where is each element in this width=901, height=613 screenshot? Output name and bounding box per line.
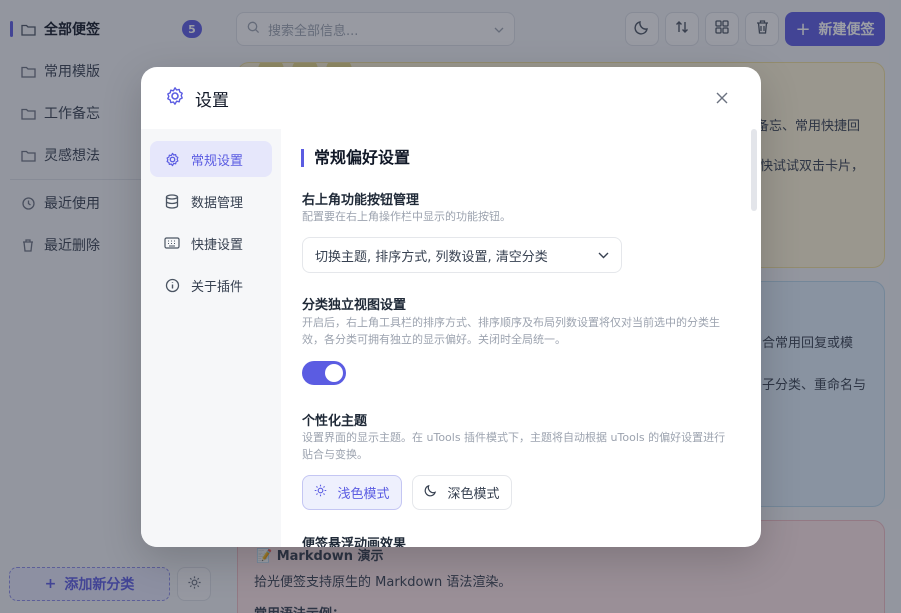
- close-icon: [716, 89, 728, 108]
- independent-view-label: 分类独立视图设置: [302, 298, 407, 313]
- info-icon: [164, 277, 180, 293]
- gear-icon: [165, 86, 185, 110]
- nav-general-settings[interactable]: 常规设置: [150, 141, 272, 177]
- nav-shortcut-settings[interactable]: 快捷设置: [150, 225, 272, 261]
- nav-data-management[interactable]: 数据管理: [150, 183, 272, 219]
- nav-label: 常规设置: [191, 153, 244, 169]
- theme-desc: 设置界面的显示主题。在 uTools 插件模式下，主题将自动根据 uTools …: [302, 431, 726, 461]
- nav-label: 快捷设置: [191, 237, 244, 253]
- theme-label: 个性化主题: [302, 414, 368, 429]
- scrollbar[interactable]: [751, 129, 757, 211]
- independent-view-desc: 开启后，右上角工具栏的排序方式、排序顺序及布局列数设置将仅对当前选中的分类生效，…: [302, 316, 720, 346]
- close-button[interactable]: [713, 89, 731, 107]
- select-value: 切换主题, 排序方式, 列数设置, 清空分类: [315, 249, 548, 265]
- settings-modal: 设置 常规设置 数据管理 快捷设置 关于插件 常规偏好设置 右上角功能按钮管理 …: [141, 67, 761, 547]
- modal-title: 设置: [195, 90, 229, 111]
- settings-nav: 常规设置 数据管理 快捷设置 关于插件: [141, 129, 281, 547]
- gear-icon: [164, 151, 180, 167]
- modal-header: 设置: [141, 67, 761, 129]
- section-title: 常规偏好设置: [301, 149, 410, 167]
- sun-icon: [314, 484, 327, 501]
- nav-about-plugin[interactable]: 关于插件: [150, 267, 272, 303]
- buttons-mgmt-desc: 配置要在右上角操作栏中显示的功能按钮。: [302, 210, 511, 223]
- buttons-mgmt-label: 右上角功能按钮管理: [302, 193, 420, 208]
- independent-view-toggle[interactable]: [302, 361, 346, 385]
- light-mode-button[interactable]: 浅色模式: [302, 475, 402, 510]
- dark-mode-button[interactable]: 深色模式: [412, 475, 512, 510]
- moon-icon: [424, 484, 437, 501]
- nav-label: 关于插件: [191, 279, 244, 295]
- chevron-down-icon: [598, 248, 609, 263]
- nav-label: 数据管理: [191, 195, 244, 211]
- hover-anim-label: 便签悬浮动画效果: [302, 537, 407, 547]
- keyboard-icon: [164, 235, 180, 251]
- toggle-knob: [325, 364, 343, 382]
- settings-content[interactable]: 常规偏好设置 右上角功能按钮管理 配置要在右上角操作栏中显示的功能按钮。 切换主…: [281, 129, 761, 547]
- toolbar-buttons-select[interactable]: 切换主题, 排序方式, 列数设置, 清空分类: [302, 237, 622, 273]
- database-icon: [164, 193, 180, 209]
